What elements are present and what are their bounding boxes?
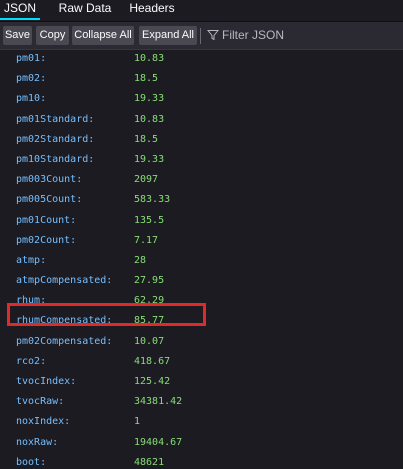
json-row[interactable]: boot: 48621 [0, 453, 403, 469]
json-row[interactable]: noxIndex: 1 [0, 412, 403, 432]
json-row[interactable]: atmp: 28 [0, 251, 403, 271]
json-value: 135.5 [134, 214, 165, 226]
json-value: 28 [134, 254, 147, 266]
json-row[interactable]: pm10: 19.33 [0, 89, 403, 109]
json-value: 583.33 [134, 194, 171, 206]
json-row[interactable]: pm02: 18.5 [0, 69, 403, 89]
save-button[interactable]: Save [3, 26, 32, 45]
json-row[interactable]: pm005Count: 583.33 [0, 190, 403, 210]
json-row-highlighted[interactable]: rhumCompensated: 85.77 [0, 311, 403, 331]
json-value: 85.77 [134, 315, 165, 327]
json-value: 10.83 [134, 113, 165, 125]
json-key: pm003Count: [16, 174, 83, 186]
json-value: 34381.42 [134, 396, 183, 408]
json-value: 19404.67 [134, 436, 183, 448]
json-key: pm005Count: [16, 194, 83, 206]
funnel-icon [207, 30, 219, 41]
json-value: 27.95 [134, 275, 165, 287]
filter-json-input[interactable]: Filter JSON [205, 26, 395, 45]
json-key: noxRaw: [16, 436, 59, 448]
toolbar: Save Copy Collapse All Expand All Filter… [0, 21, 403, 50]
json-value: 10.07 [134, 335, 165, 347]
json-key: tvocIndex: [16, 376, 77, 387]
json-key: rco2: [16, 355, 47, 367]
json-row[interactable]: pm02Count: 7.17 [0, 231, 403, 251]
json-row[interactable]: pm02Compensated: 10.07 [0, 332, 403, 352]
json-row[interactable]: atmpCompensated: 27.95 [0, 271, 403, 291]
json-value: 7.17 [134, 234, 159, 246]
json-value: 1 [134, 416, 141, 428]
json-tree: pm01: 10.83 pm02: 18.5 pm10: 19.33 pm01Stan… [0, 49, 403, 469]
json-row[interactable]: pm01Count: 135.5 [0, 211, 403, 231]
json-value: 125.42 [134, 376, 171, 387]
json-key: pm02Count: [16, 234, 77, 246]
json-key: pm02Standard: [16, 133, 95, 145]
json-key: tvocRaw: [16, 396, 65, 408]
json-row[interactable]: pm02Standard: 18.5 [0, 130, 403, 150]
filter-placeholder: Filter JSON [222, 28, 285, 42]
toolbar-divider [200, 28, 201, 44]
json-value: 19.33 [134, 153, 165, 165]
tab-raw-data[interactable]: Raw Data [58, 0, 112, 18]
json-row[interactable]: rhum: 62.29 [0, 291, 403, 311]
json-key: pm01Standard: [16, 113, 95, 125]
json-key: atmp: [16, 254, 47, 266]
json-key: rhumCompensated: [16, 315, 113, 327]
json-row[interactable]: tvocRaw: 34381.42 [0, 392, 403, 412]
collapse-all-button[interactable]: Collapse All [72, 26, 134, 45]
json-value: 2097 [134, 174, 159, 186]
tab-headers[interactable]: Headers [127, 0, 177, 18]
json-key: boot: [16, 456, 47, 468]
json-key: pm01Count: [16, 214, 77, 226]
json-value: 18.5 [134, 73, 159, 85]
json-value: 10.83 [134, 53, 165, 64]
json-value: 48621 [134, 456, 165, 468]
json-key: noxIndex: [16, 416, 71, 428]
json-key: pm02Compensated: [16, 335, 113, 347]
json-row[interactable]: pm003Count: 2097 [0, 170, 403, 190]
json-row[interactable]: noxRaw: 19404.67 [0, 433, 403, 453]
json-row[interactable]: pm10Standard: 19.33 [0, 150, 403, 170]
json-row[interactable]: rco2: 418.67 [0, 352, 403, 372]
expand-all-button[interactable]: Expand All [139, 26, 197, 45]
json-value: 19.33 [134, 93, 165, 105]
copy-button[interactable]: Copy [36, 26, 69, 45]
json-value: 18.5 [134, 133, 159, 145]
tab-bar: JSON Raw Data Headers [0, 0, 403, 20]
json-value: 418.67 [134, 355, 171, 367]
json-key: pm10: [16, 93, 47, 105]
json-key: pm10Standard: [16, 153, 95, 165]
json-key: rhum: [16, 295, 47, 307]
json-value: 62.29 [134, 295, 165, 307]
json-row[interactable]: pm01Standard: 10.83 [0, 110, 403, 130]
tab-json[interactable]: JSON [0, 0, 40, 20]
json-key: pm02: [16, 73, 47, 85]
json-row[interactable]: tvocIndex: 125.42 [0, 372, 403, 392]
json-key: atmpCompensated: [16, 275, 113, 287]
json-key: pm01: [16, 53, 47, 64]
json-row[interactable]: pm01: 10.83 [0, 49, 403, 69]
